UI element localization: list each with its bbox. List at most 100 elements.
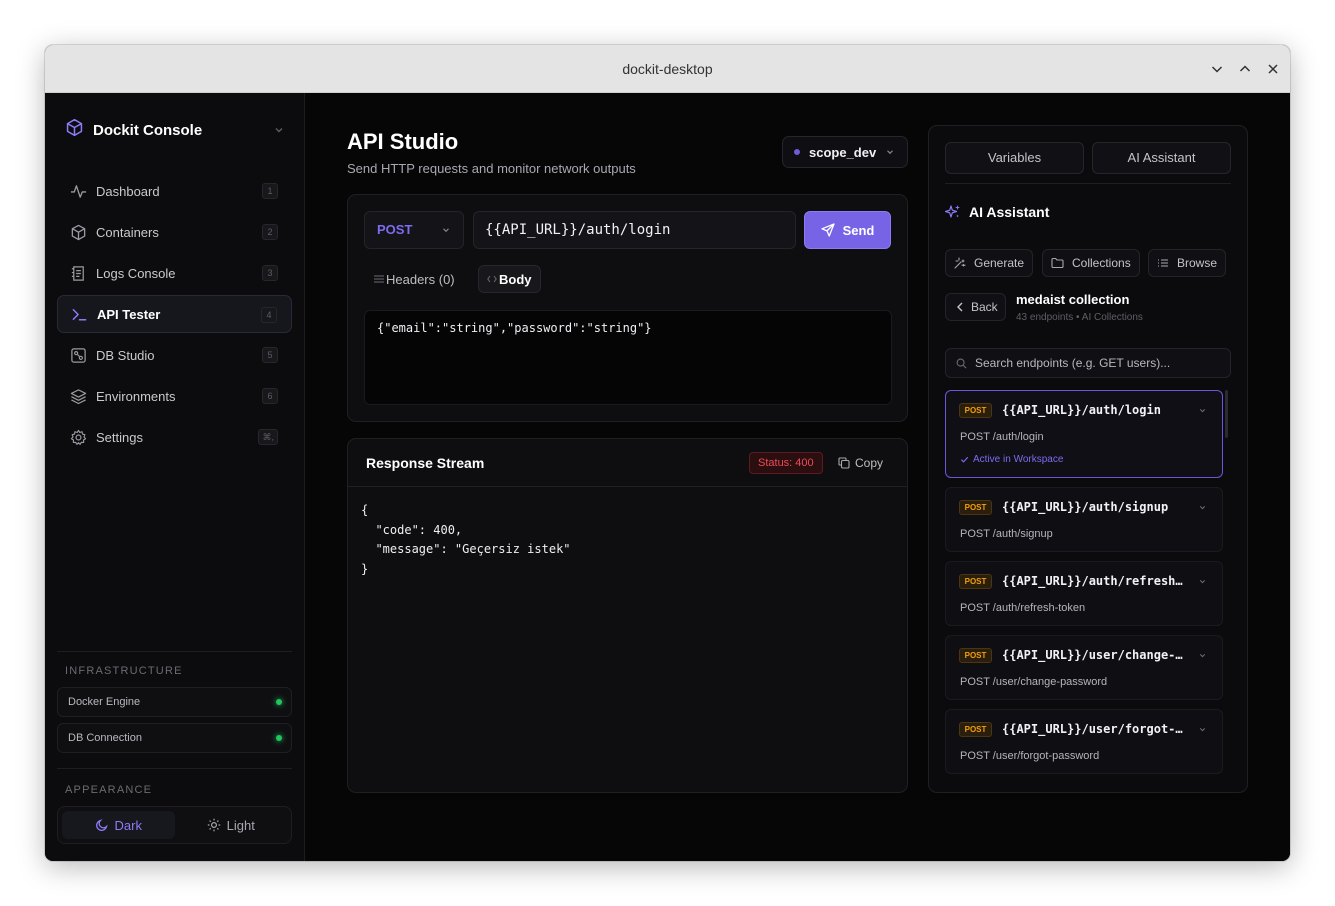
chevron-down-icon[interactable]	[1198, 577, 1207, 586]
chevron-down-icon[interactable]	[1198, 406, 1207, 415]
shortcut-badge: 1	[262, 183, 278, 199]
wand-icon	[954, 257, 966, 269]
collections-button[interactable]: Collections	[1042, 249, 1140, 277]
method-badge: POST	[959, 722, 992, 737]
infrastructure-heading: INFRASTRUCTURE	[65, 665, 183, 677]
scope-label: scope_dev	[809, 144, 877, 160]
request-body-editor[interactable]: {"email":"string","password":"string"}	[364, 310, 892, 405]
appearance-heading: APPEARANCE	[65, 784, 153, 796]
chevron-down-icon[interactable]	[1198, 503, 1207, 512]
minimize-icon[interactable]	[1205, 57, 1229, 81]
back-button[interactable]: Back	[945, 293, 1006, 321]
sidebar-item-label: Containers	[96, 224, 159, 240]
assistant-title: AI Assistant	[969, 204, 1050, 220]
endpoint-item[interactable]: POST {{API_URL}}/auth/signup POST /auth/…	[945, 487, 1223, 552]
method-badge: POST	[959, 500, 992, 515]
theme-dark-button[interactable]: Dark	[62, 811, 175, 839]
status-badge: Status: 400	[749, 452, 823, 474]
response-body: { "code": 400, "message": "Geçersiz iste…	[361, 503, 571, 576]
infra-label: Docker Engine	[68, 696, 141, 708]
shortcut-badge: ⌘,	[258, 429, 278, 445]
sidebar-item-settings[interactable]: Settings ⌘,	[57, 418, 292, 456]
sidebar-item-label: Dashboard	[96, 183, 160, 199]
logs-icon	[69, 264, 87, 282]
endpoint-item[interactable]: POST {{API_URL}}/user/change-password PO…	[945, 635, 1223, 700]
response-card: Response Stream Status: 400 Copy { "code…	[347, 438, 908, 793]
sidebar-item-api-tester[interactable]: API Tester 4	[57, 295, 292, 333]
active-tag: Active in Workspace	[960, 454, 1063, 465]
theme-dark-label: Dark	[114, 817, 142, 833]
collection-meta: 43 endpoints • AI Collections	[1016, 312, 1143, 323]
method-badge: POST	[959, 648, 992, 663]
assistant-panel: Variables AI Assistant AI Assistant Gene…	[928, 125, 1248, 793]
shortcut-badge: 3	[262, 265, 278, 281]
collection-name: medaist collection	[1016, 292, 1130, 307]
folder-icon	[1051, 257, 1064, 269]
theme-toggle: Dark Light	[57, 806, 292, 844]
box-icon	[69, 223, 87, 241]
app-window: dockit-desktop Dockit Console Dashboard …	[45, 45, 1290, 861]
sidebar-item-dashboard[interactable]: Dashboard 1	[57, 172, 292, 210]
send-button[interactable]: Send	[804, 211, 891, 249]
sparkles-icon	[945, 204, 961, 220]
theme-light-label: Light	[226, 817, 255, 833]
scope-dot	[794, 149, 800, 155]
theme-light-button[interactable]: Light	[175, 811, 288, 839]
shortcut-badge: 2	[262, 224, 278, 240]
method-select[interactable]: POST	[364, 211, 464, 249]
endpoint-item[interactable]: POST {{API_URL}}/auth/login POST /auth/l…	[945, 390, 1223, 478]
method-badge: POST	[959, 574, 992, 589]
sidebar-item-environments[interactable]: Environments 6	[57, 377, 292, 415]
layers-icon	[69, 387, 87, 405]
infra-db-connection[interactable]: DB Connection	[57, 723, 292, 753]
close-icon[interactable]	[1261, 57, 1285, 81]
search-input[interactable]: Search endpoints (e.g. GET users)...	[945, 348, 1231, 378]
response-title: Response Stream	[366, 455, 485, 471]
tab-body[interactable]: Body	[478, 265, 541, 293]
sidebar-nav: Dashboard 1 Containers 2 Logs Console 3 …	[57, 172, 292, 459]
cube-icon	[65, 118, 84, 142]
endpoint-item[interactable]: POST {{API_URL}}/auth/refresh-token POST…	[945, 561, 1223, 626]
endpoint-route: POST /auth/refresh-token	[960, 602, 1086, 614]
endpoint-item[interactable]: POST {{API_URL}}/user/forgot-password PO…	[945, 709, 1223, 774]
tab-headers[interactable]: Headers (0)	[366, 265, 463, 293]
active-tag-label: Active in Workspace	[973, 454, 1064, 465]
database-icon	[69, 346, 87, 364]
collections-label: Collections	[1072, 256, 1131, 270]
copy-button[interactable]: Copy	[830, 452, 891, 474]
generate-label: Generate	[974, 256, 1025, 270]
sidebar-item-label: Environments	[96, 388, 176, 404]
sidebar-item-containers[interactable]: Containers 2	[57, 213, 292, 251]
divider	[945, 183, 1231, 184]
endpoint-path: {{API_URL}}/auth/refresh-token	[1002, 574, 1186, 588]
url-input[interactable]: {{API_URL}}/auth/login	[473, 211, 796, 249]
workspace-switcher[interactable]: Dockit Console	[65, 118, 285, 142]
endpoint-path: {{API_URL}}/user/forgot-password	[1002, 722, 1186, 736]
infra-docker-engine[interactable]: Docker Engine	[57, 687, 292, 717]
chevron-down-icon[interactable]	[1198, 651, 1207, 660]
activity-icon	[69, 182, 87, 200]
browse-button[interactable]: Browse	[1148, 249, 1227, 277]
sidebar: Dockit Console Dashboard 1 Containers 2	[45, 93, 305, 861]
sidebar-item-db-studio[interactable]: DB Studio 5	[57, 336, 292, 374]
maximize-icon[interactable]	[1233, 57, 1257, 81]
method-badge: POST	[959, 403, 992, 418]
window-title: dockit-desktop	[622, 61, 713, 77]
sidebar-item-logs-console[interactable]: Logs Console 3	[57, 254, 292, 292]
search-icon	[956, 358, 967, 369]
chevron-down-icon	[885, 147, 895, 157]
endpoint-path: {{API_URL}}/auth/login	[1002, 403, 1161, 417]
page-title: API Studio	[347, 129, 459, 154]
chevron-down-icon[interactable]	[1198, 725, 1207, 734]
endpoint-route: POST /user/change-password	[960, 676, 1108, 688]
generate-button[interactable]: Generate	[945, 249, 1034, 277]
tab-headers-label: Headers (0)	[386, 271, 455, 287]
scope-selector[interactable]: scope_dev	[782, 136, 908, 168]
search-placeholder: Search endpoints (e.g. GET users)...	[975, 356, 1171, 370]
scrollbar[interactable]	[1225, 390, 1228, 438]
divider	[57, 651, 292, 652]
moon-icon	[95, 818, 109, 832]
tab-variables[interactable]: Variables	[945, 142, 1084, 174]
list-icon	[374, 274, 384, 284]
tab-ai-assistant[interactable]: AI Assistant	[1092, 142, 1231, 174]
